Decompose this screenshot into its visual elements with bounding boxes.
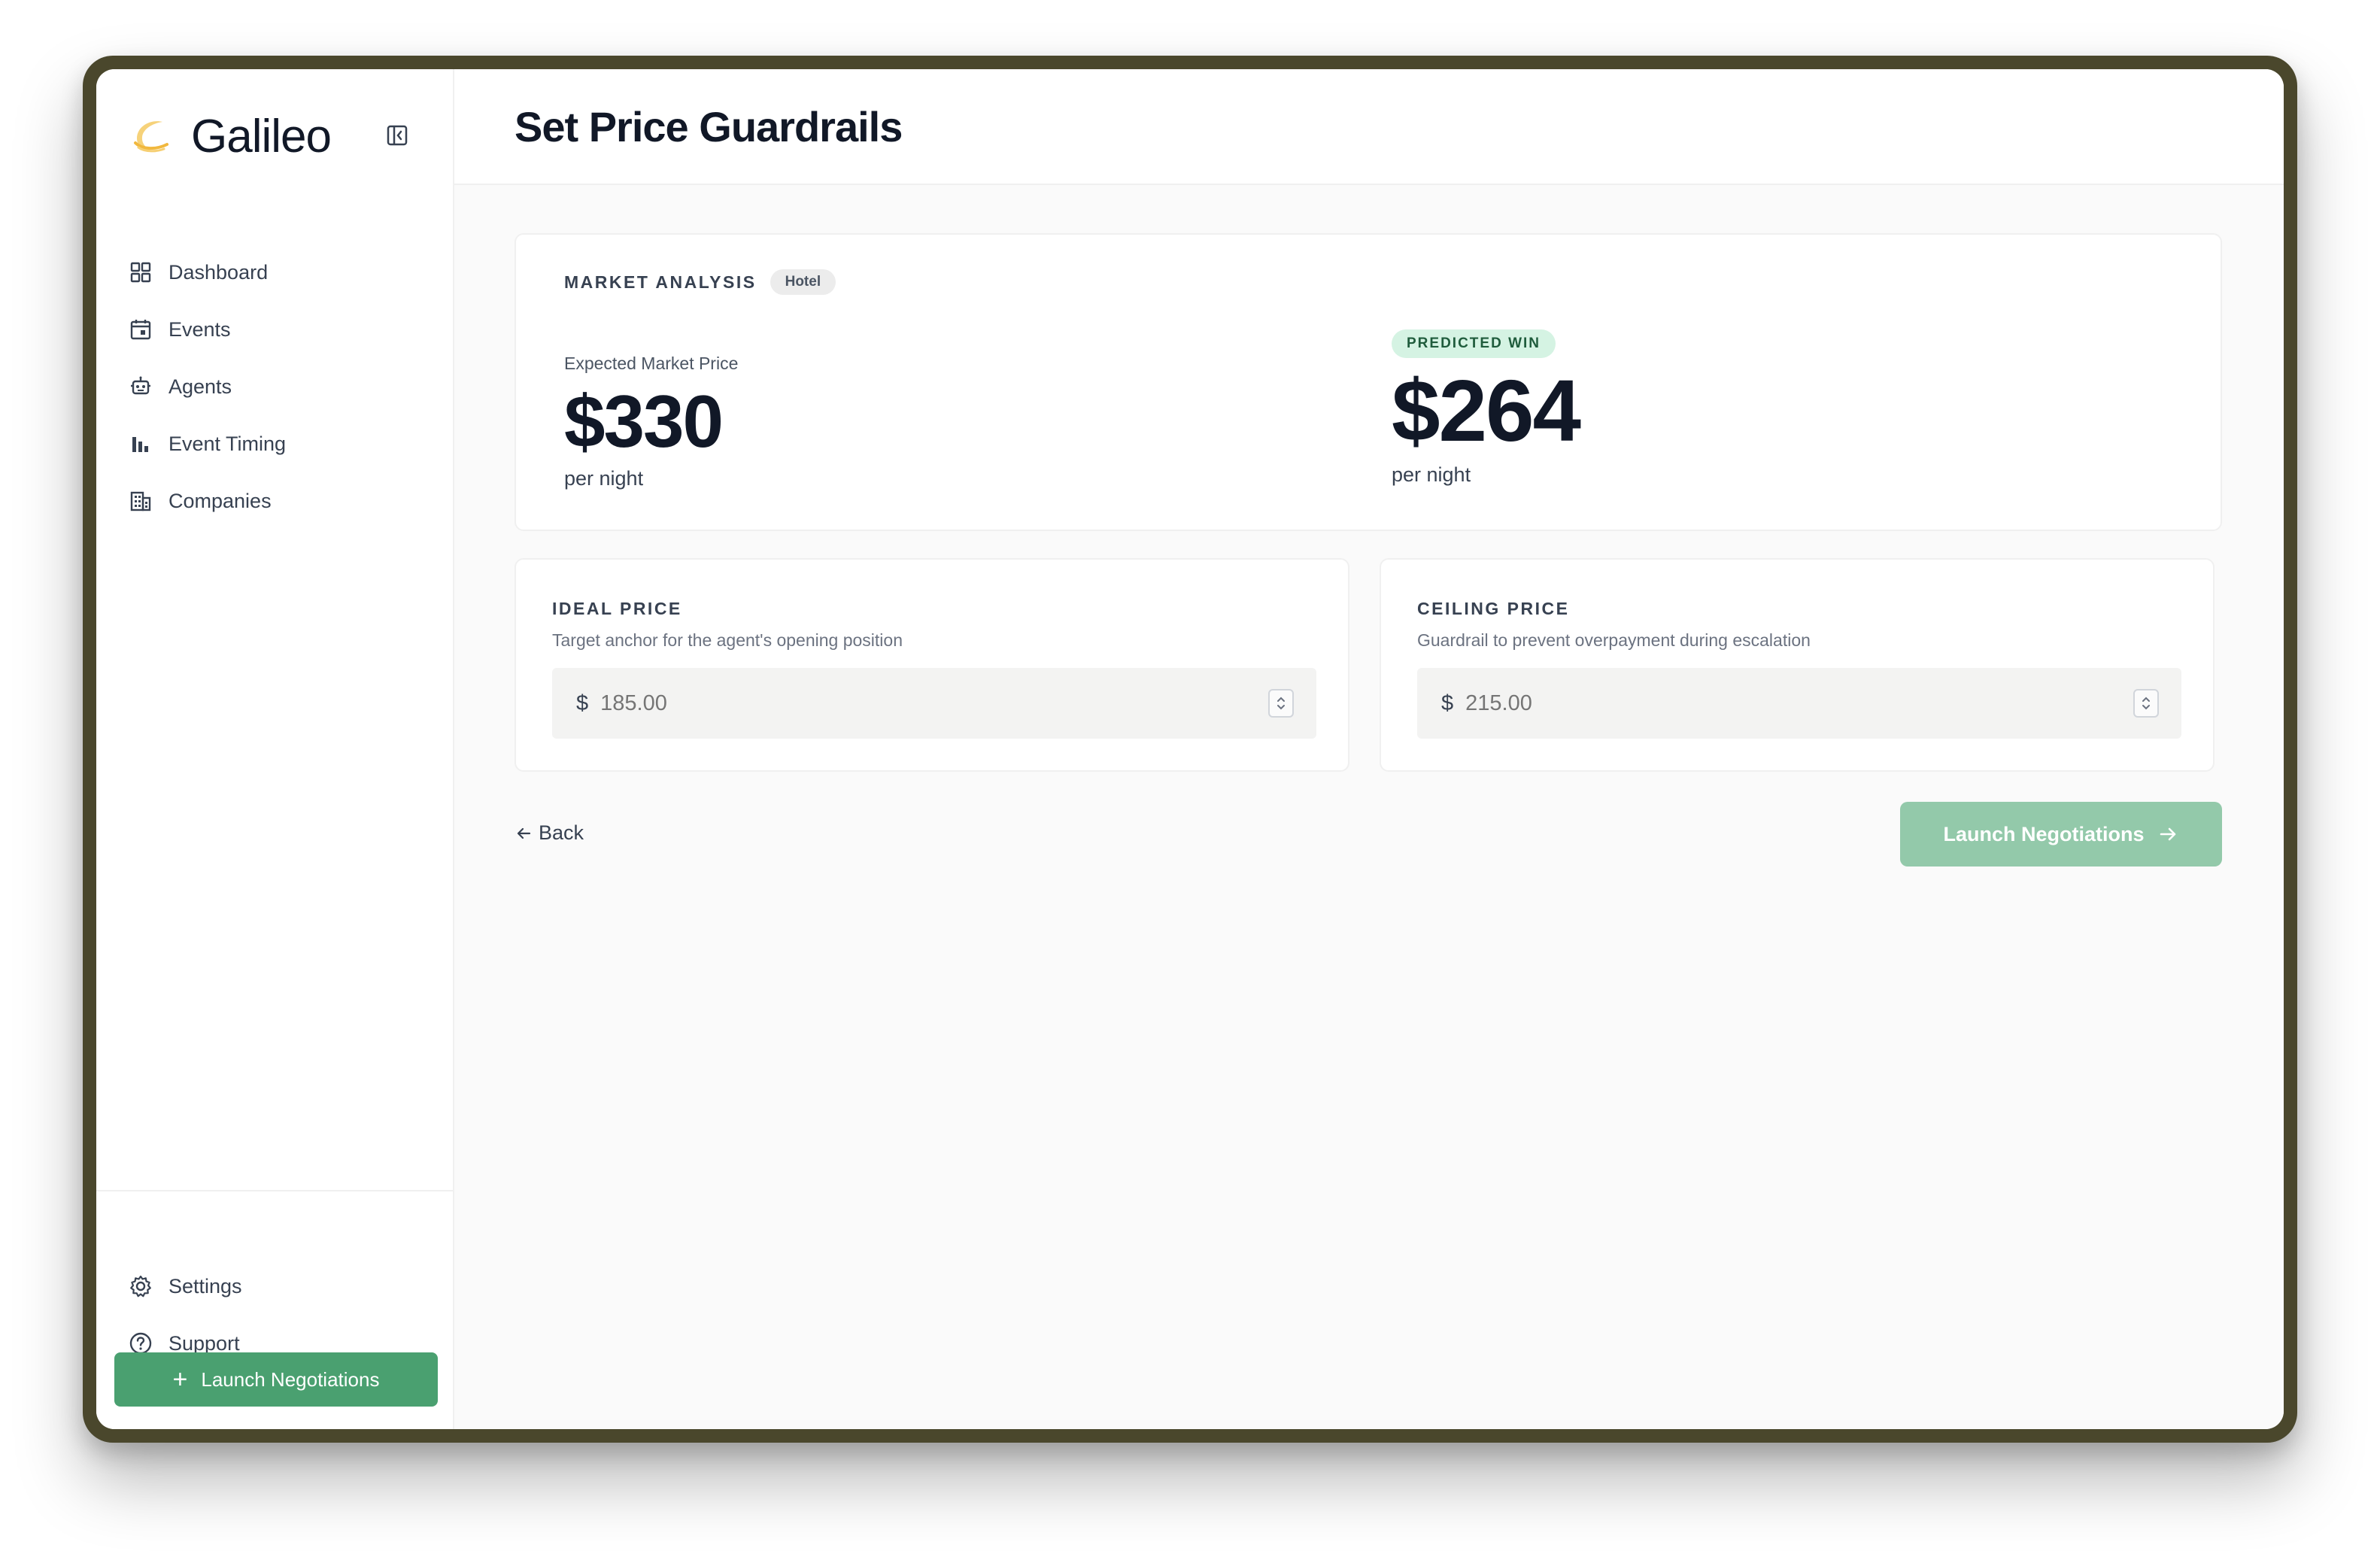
sidebar-item-label: Dashboard [168, 260, 269, 284]
panel-collapse-icon [387, 125, 408, 146]
ceiling-price-description: Guardrail to prevent overpayment during … [1417, 630, 1811, 650]
sidebar-item-label: Settings [168, 1274, 242, 1298]
main-content: Set Price Guardrails MARKET ANALYSIS Hot… [454, 69, 2284, 1429]
calendar-icon [128, 317, 153, 342]
sidebar-divider [96, 1190, 453, 1191]
ideal-price-description: Target anchor for the agent's opening po… [552, 630, 903, 650]
sidebar-item-event-timing[interactable]: Event Timing [126, 415, 442, 472]
device-frame: Galileo Dashboard Events Agents Event Ti… [83, 56, 2297, 1443]
market-analysis-card: MARKET ANALYSIS Hotel Expected Market Pr… [515, 233, 2222, 531]
expected-price-unit: per night [564, 467, 644, 490]
sidebar-item-settings[interactable]: Settings [126, 1258, 442, 1315]
galileo-logo-icon [134, 120, 168, 152]
launch-negotiations-label: Launch Negotiations [1943, 822, 2145, 845]
brand[interactable]: Galileo [129, 110, 332, 163]
predicted-win-price: PREDICTED WIN $264 per night [1392, 329, 1581, 487]
building-icon [128, 488, 153, 514]
sidebar-item-label: Support [168, 1331, 240, 1355]
sidebar-launch-label: Launch Negotiations [201, 1367, 380, 1391]
back-button[interactable]: Back [515, 821, 584, 845]
predicted-win-unit: per night [1392, 463, 1471, 486]
currency-symbol: $ [576, 690, 589, 715]
brand-name: Galileo [191, 111, 332, 162]
app-screen: Galileo Dashboard Events Agents Event Ti… [96, 69, 2284, 1429]
expected-price-caption: Expected Market Price [564, 354, 739, 373]
arrow-right-icon [2158, 824, 2179, 845]
market-analysis-label: MARKET ANALYSIS [564, 272, 757, 292]
category-badge: Hotel [770, 269, 836, 295]
sidebar-nav: Dashboard Events Agents Event Timing Com… [126, 244, 442, 530]
sidebar-launch-button[interactable]: + Launch Negotiations [114, 1352, 438, 1407]
sidebar-item-label: Agents [168, 375, 232, 398]
grid-icon [128, 260, 153, 285]
launch-negotiations-button[interactable]: Launch Negotiations [1900, 802, 2222, 867]
sidebar-item-label: Companies [168, 489, 272, 512]
sidebar-item-dashboard[interactable]: Dashboard [126, 244, 442, 301]
arrow-left-icon [515, 824, 533, 842]
plus-icon: + [172, 1365, 188, 1394]
ideal-price-card: IDEAL PRICE Target anchor for the agent'… [515, 558, 1349, 772]
sidebar-item-agents[interactable]: Agents [126, 358, 442, 415]
ideal-price-input[interactable] [599, 690, 1219, 717]
gear-icon [128, 1273, 153, 1299]
ideal-price-stepper[interactable] [1268, 689, 1294, 718]
back-label: Back [539, 821, 584, 844]
sidebar-item-label: Event Timing [168, 432, 287, 455]
ceiling-price-stepper[interactable] [2133, 689, 2159, 718]
sidebar-item-label: Events [168, 317, 231, 341]
sidebar: Galileo Dashboard Events Agents Event Ti… [96, 69, 454, 1429]
robot-icon [128, 374, 153, 399]
page-title: Set Price Guardrails [515, 103, 903, 150]
currency-symbol: $ [1441, 690, 1454, 715]
ideal-price-title: IDEAL PRICE [552, 599, 682, 618]
ceiling-price-title: CEILING PRICE [1417, 599, 1570, 618]
ceiling-price-input[interactable] [1464, 690, 2084, 717]
sidebar-item-events[interactable]: Events [126, 301, 442, 358]
stage: Galileo Dashboard Events Agents Event Ti… [0, 0, 2380, 1557]
page-header: Set Price Guardrails [454, 69, 2284, 185]
predicted-win-badge: PREDICTED WIN [1392, 329, 1556, 358]
chevron-up-down-icon [1277, 697, 1285, 710]
predicted-win-value: $264 [1392, 362, 1581, 460]
ideal-price-field: $ [552, 668, 1316, 739]
chevron-up-down-icon [2142, 697, 2150, 710]
sidebar-collapse-button[interactable] [384, 122, 411, 149]
ceiling-price-card: CEILING PRICE Guardrail to prevent overp… [1380, 558, 2215, 772]
ceiling-price-field: $ [1417, 668, 2181, 739]
sidebar-item-companies[interactable]: Companies [126, 472, 442, 530]
bar-chart-icon [128, 431, 153, 457]
market-analysis-header: MARKET ANALYSIS Hotel [564, 269, 836, 295]
expected-price-value: $330 [564, 380, 724, 463]
expected-market-price: Expected Market Price $330 per night [564, 354, 738, 490]
